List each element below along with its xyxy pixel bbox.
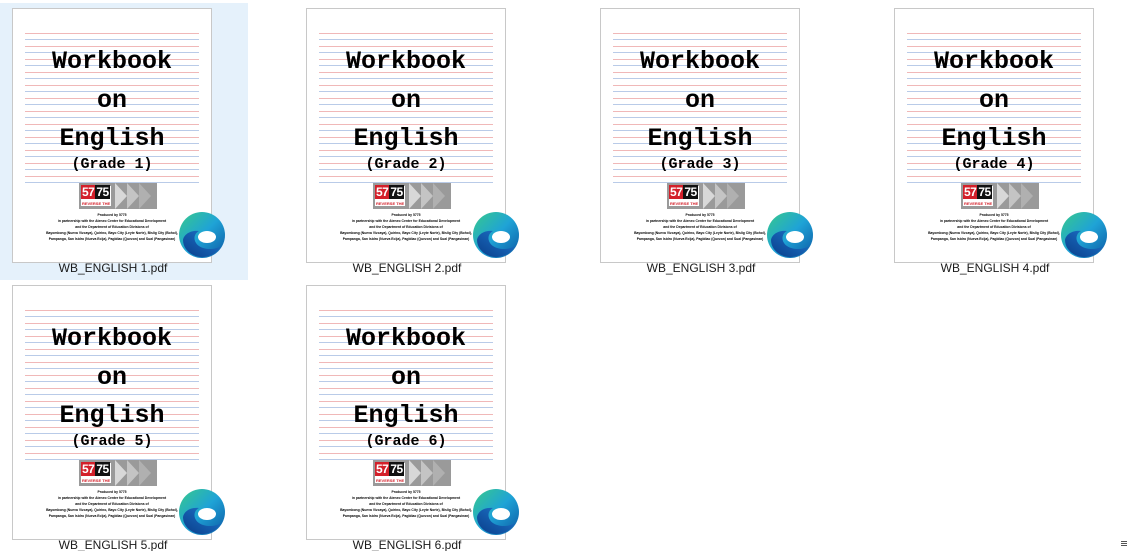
cover-title-line3: English: [353, 401, 459, 430]
cover-title-line1: Workbook: [51, 324, 173, 353]
publisher-logo: 57 75 REVERSE THE: [667, 183, 745, 209]
cover-grade: (Grade 1): [71, 156, 153, 173]
publisher-logo: 57 75 REVERSE THE: [373, 183, 451, 209]
cover-grade: (Grade 4): [953, 156, 1035, 173]
logo-number: 57 75: [375, 462, 404, 476]
edge-icon: [767, 212, 813, 258]
file-item-1[interactable]: Workbook on English (Grade 1) 57 75 REVER…: [0, 3, 248, 280]
cover-title-line2: on: [390, 86, 421, 115]
logo-tagline: REVERSE THE: [376, 478, 405, 483]
cover-title-line2: on: [96, 86, 127, 115]
publisher-logo: 57 75 REVERSE THE: [79, 460, 157, 486]
cover-title-line3: English: [941, 124, 1047, 153]
logo-number: 57 75: [81, 185, 110, 199]
cover-title-line1: Workbook: [345, 47, 467, 76]
cover-title-line3: English: [59, 124, 165, 153]
file-name[interactable]: WB_ENGLISH 2.pdf: [294, 260, 520, 276]
cover-title-line3: English: [59, 401, 165, 430]
file-item-3[interactable]: Workbook on English (Grade 3) 57 75 REVER…: [588, 3, 836, 280]
file-item-6[interactable]: Workbook on English (Grade 6) 57 75 REVER…: [294, 280, 542, 551]
file-item-4[interactable]: Workbook on English (Grade 4) 57 75 REVER…: [882, 3, 1129, 280]
edge-icon: [473, 489, 519, 535]
logo-number: 57 75: [669, 185, 698, 199]
cover-title-line2: on: [684, 86, 715, 115]
edge-icon: [179, 489, 225, 535]
logo-tagline: REVERSE THE: [82, 201, 111, 206]
publisher-logo: 57 75 REVERSE THE: [79, 183, 157, 209]
view-menu-icon[interactable]: [1120, 540, 1129, 549]
cover-grade: (Grade 3): [659, 156, 741, 173]
edge-icon: [473, 212, 519, 258]
logo-tagline: REVERSE THE: [670, 201, 699, 206]
file-grid: Workbook on English (Grade 1) 57 75 REVER…: [0, 0, 1129, 551]
file-name[interactable]: WB_ENGLISH 1.pdf: [0, 260, 226, 276]
logo-number: 57 75: [81, 462, 110, 476]
file-name[interactable]: WB_ENGLISH 6.pdf: [294, 537, 520, 551]
logo-tagline: REVERSE THE: [964, 201, 993, 206]
logo-number: 57 75: [375, 185, 404, 199]
cover-title-line1: Workbook: [639, 47, 761, 76]
logo-tagline: REVERSE THE: [376, 201, 405, 206]
file-name[interactable]: WB_ENGLISH 3.pdf: [588, 260, 814, 276]
edge-icon: [1061, 212, 1107, 258]
logo-number: 57 75: [963, 185, 992, 199]
cover-grade: (Grade 2): [365, 156, 447, 173]
cover-title-line3: English: [353, 124, 459, 153]
cover-grade: (Grade 5): [71, 433, 153, 450]
publisher-logo: 57 75 REVERSE THE: [373, 460, 451, 486]
file-name[interactable]: WB_ENGLISH 5.pdf: [0, 537, 226, 551]
edge-icon: [179, 212, 225, 258]
cover-title-line1: Workbook: [345, 324, 467, 353]
publisher-logo: 57 75 REVERSE THE: [961, 183, 1039, 209]
file-name[interactable]: WB_ENGLISH 4.pdf: [882, 260, 1108, 276]
cover-title-line1: Workbook: [933, 47, 1055, 76]
logo-tagline: REVERSE THE: [82, 478, 111, 483]
cover-title-line2: on: [978, 86, 1009, 115]
file-item-2[interactable]: Workbook on English (Grade 2) 57 75 REVER…: [294, 3, 542, 280]
cover-title-line3: English: [647, 124, 753, 153]
file-item-5[interactable]: Workbook on English (Grade 5) 57 75 REVER…: [0, 280, 248, 551]
cover-title-line2: on: [390, 363, 421, 392]
cover-grade: (Grade 6): [365, 433, 447, 450]
cover-title-line1: Workbook: [51, 47, 173, 76]
cover-title-line2: on: [96, 363, 127, 392]
